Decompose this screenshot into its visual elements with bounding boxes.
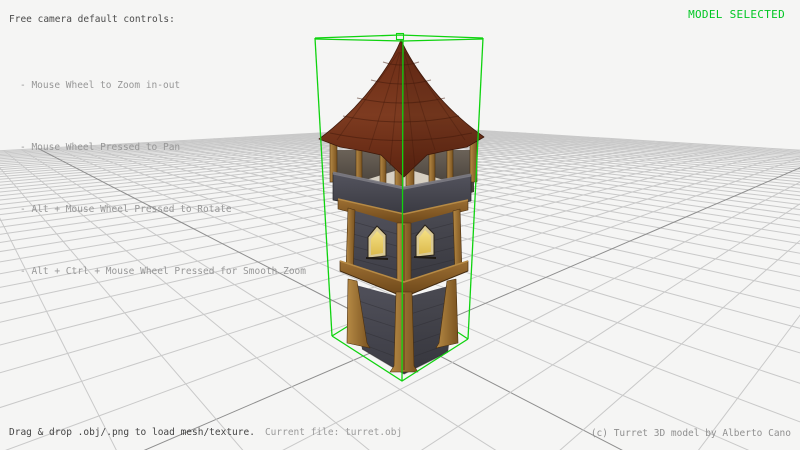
help-item: - Mouse Wheel to Zoom in-out bbox=[20, 76, 306, 97]
help-item: - Mouse Wheel Pressed to Pan bbox=[20, 138, 306, 159]
help-title: Free camera default controls: bbox=[9, 14, 175, 25]
help-list: - Mouse Wheel to Zoom in-out - Mouse Whe… bbox=[20, 35, 306, 323]
bbox-top-face bbox=[315, 35, 483, 41]
drop-hint: Drag & drop .obj/.png to load mesh/textu… bbox=[9, 427, 402, 438]
help-item: - Alt + Mouse Wheel Pressed to Rotate bbox=[20, 200, 306, 221]
drop-hint-text: Drag & drop .obj/.png to load mesh/textu… bbox=[9, 427, 255, 438]
model-selected-status: MODEL SELECTED bbox=[688, 8, 785, 21]
viewport-3d[interactable]: Free camera default controls: - Mouse Wh… bbox=[0, 0, 800, 450]
credit-label: (c) Turret 3D model by Alberto Cano bbox=[591, 428, 791, 439]
current-file-label: Current file: turret.obj bbox=[265, 427, 402, 438]
help-item: - Alt + Ctrl + Mouse Wheel Pressed for S… bbox=[20, 262, 306, 283]
